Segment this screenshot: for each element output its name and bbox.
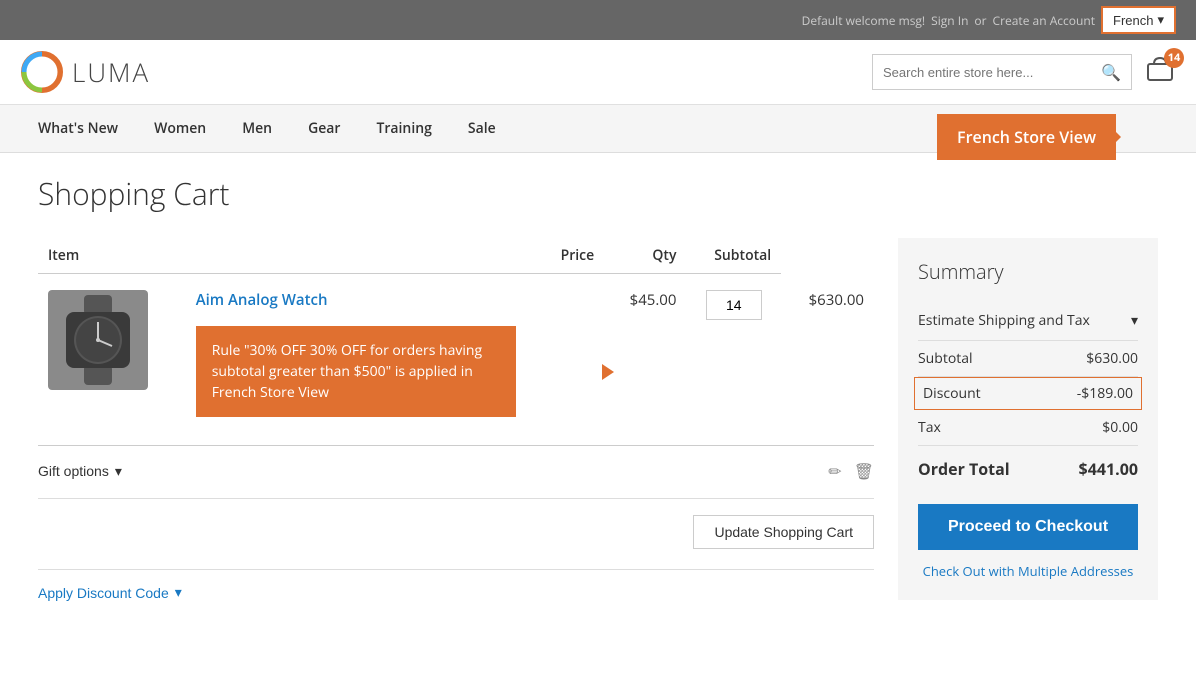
search-box: 🔍	[872, 54, 1132, 90]
nav-men[interactable]: Men	[224, 105, 290, 152]
discount-value: -$189.00	[1077, 384, 1133, 403]
cart-table: Item Price Qty Subtotal	[38, 238, 874, 433]
estimate-shipping-label: Estimate Shipping and Tax	[918, 311, 1090, 330]
search-input[interactable]	[883, 65, 1101, 80]
discount-label: Apply Discount Code	[38, 585, 169, 601]
language-chevron-icon: ▾	[1157, 12, 1164, 28]
product-price: $45.00	[604, 274, 686, 434]
cart-summary: Summary Estimate Shipping and Tax ▾ Subt…	[898, 238, 1158, 600]
product-name-cell: Aim Analog Watch Rule "30% OFF 30% OFF f…	[186, 274, 605, 434]
bottom-actions: ✏ 🗑	[828, 460, 874, 482]
french-store-tooltip: French Store View	[937, 114, 1116, 160]
subtotal-value: $630.00	[1086, 349, 1138, 368]
product-image-cell	[38, 274, 186, 434]
update-cart-row: Update Shopping Cart	[38, 498, 874, 549]
nav-sale[interactable]: Sale	[450, 105, 514, 152]
or-separator: or	[974, 12, 986, 29]
estimate-shipping-chevron-icon: ▾	[1131, 311, 1138, 330]
gift-options-label: Gift options	[38, 463, 109, 479]
nav-whats-new[interactable]: What's New	[20, 105, 136, 152]
cart-bottom: Gift options ▾ ✏ 🗑	[38, 445, 874, 482]
product-name-link[interactable]: Aim Analog Watch	[196, 290, 328, 310]
tax-value: $0.00	[1102, 418, 1138, 437]
estimate-shipping-row[interactable]: Estimate Shipping and Tax ▾	[918, 301, 1138, 341]
gift-options-button[interactable]: Gift options ▾	[38, 463, 122, 480]
discount-label: Discount	[923, 384, 981, 403]
table-row: Aim Analog Watch Rule "30% OFF 30% OFF f…	[38, 274, 874, 434]
nav-gear[interactable]: Gear	[290, 105, 358, 152]
product-image	[48, 290, 148, 390]
search-icon[interactable]: 🔍	[1101, 61, 1121, 83]
proceed-to-checkout-button[interactable]: Proceed to Checkout	[918, 504, 1138, 550]
product-qty-cell	[686, 274, 781, 434]
col-qty: Qty	[604, 238, 686, 274]
page-content: Shopping Cart Item Price Qty Subtotal	[18, 153, 1178, 621]
gift-options-chevron-icon: ▾	[115, 463, 122, 480]
nav-training[interactable]: Training	[358, 105, 449, 152]
language-label: French	[1113, 13, 1153, 28]
cart-main: Item Price Qty Subtotal	[38, 238, 874, 601]
multi-address-link[interactable]: Check Out with Multiple Addresses	[918, 562, 1138, 580]
subtotal-row: Subtotal $630.00	[918, 341, 1138, 377]
summary-title: Summary	[918, 258, 1138, 285]
subtotal-label: Subtotal	[918, 349, 973, 368]
welcome-msg: Default welcome msg!	[802, 12, 925, 29]
quantity-input[interactable]	[706, 290, 762, 320]
col-subtotal: Subtotal	[686, 238, 781, 274]
product-subtotal: $630.00	[781, 274, 874, 434]
discount-chevron-icon: ▾	[175, 584, 182, 601]
cart-count: 14	[1164, 48, 1184, 68]
rule-callout: Rule "30% OFF 30% OFF for orders having …	[196, 326, 516, 417]
order-total-value: $441.00	[1079, 458, 1138, 480]
cart-icon-wrap[interactable]: 14	[1144, 54, 1176, 91]
col-item: Item	[38, 238, 186, 274]
edit-icon[interactable]: ✏	[828, 460, 841, 482]
delete-icon[interactable]: 🗑	[854, 460, 874, 482]
signin-link[interactable]: Sign In	[931, 12, 968, 29]
top-bar: Default welcome msg! Sign In or Create a…	[0, 0, 1196, 40]
order-total-row: Order Total $441.00	[918, 446, 1138, 488]
logo-link[interactable]: LUMA	[20, 50, 150, 94]
tax-label: Tax	[918, 418, 941, 437]
logo-text: LUMA	[72, 54, 150, 90]
discount-row: Discount -$189.00	[914, 377, 1142, 410]
discount-code-section: Apply Discount Code ▾	[38, 569, 874, 601]
language-selector[interactable]: French ▾	[1101, 6, 1176, 34]
nav-women[interactable]: Women	[136, 105, 224, 152]
cart-layout: Item Price Qty Subtotal	[38, 238, 1158, 601]
col-price: Price	[186, 238, 605, 274]
update-cart-button[interactable]: Update Shopping Cart	[693, 515, 874, 549]
apply-discount-button[interactable]: Apply Discount Code ▾	[38, 584, 182, 601]
site-header: LUMA French Store View 🔍 14	[0, 40, 1196, 105]
page-title: Shopping Cart	[38, 173, 1158, 214]
tax-row: Tax $0.00	[918, 410, 1138, 446]
order-total-label: Order Total	[918, 458, 1010, 480]
logo-icon	[20, 50, 64, 94]
header-right: French Store View 🔍 14	[872, 54, 1176, 91]
create-account-link[interactable]: Create an Account	[993, 12, 1095, 29]
